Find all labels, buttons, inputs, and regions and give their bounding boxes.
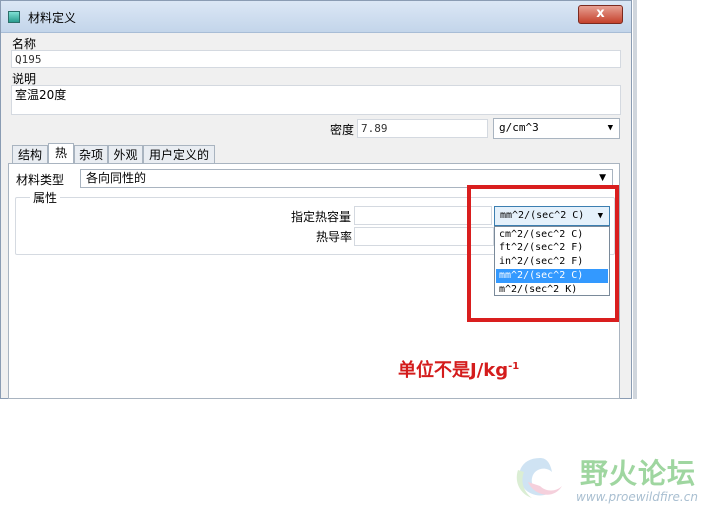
density-label: 密度 (330, 123, 355, 137)
properties-group-label: 属性 (30, 189, 61, 206)
tab-misc[interactable]: 杂项 (74, 145, 108, 164)
window-title: 材料定义 (28, 11, 77, 25)
density-unit-select[interactable]: g/cm^3 ▼ (493, 118, 620, 139)
annotation-main: 单位不是J/kg (398, 360, 509, 381)
app-icon (8, 11, 20, 23)
tab-structure[interactable]: 结构 (12, 145, 48, 164)
density-input[interactable]: 7.89 (357, 119, 488, 138)
chevron-down-icon: ▼ (607, 123, 613, 133)
conductivity-label: 热导率 (316, 230, 353, 244)
highlight-box (467, 185, 619, 322)
close-button[interactable]: x (578, 5, 623, 24)
annotation-text: 单位不是J/kg-1 (398, 356, 519, 382)
annotation-superscript: -1 (508, 361, 520, 372)
density-unit-value: g/cm^3 (499, 121, 539, 134)
title-bar[interactable] (1, 1, 631, 33)
watermark-url: www.proewildfire.cn (576, 490, 698, 504)
watermark-logo-icon (510, 452, 570, 504)
description-input[interactable]: 室温20度 (11, 85, 621, 115)
material-type-value: 各向同性的 (86, 171, 147, 185)
watermark-brand: 野火论坛 (580, 457, 697, 490)
name-input[interactable]: Q195 (11, 50, 621, 68)
tab-user-defined[interactable]: 用户定义的 (143, 145, 215, 164)
material-type-label: 材料类型 (16, 173, 65, 187)
tab-thermal[interactable]: 热 (48, 143, 74, 164)
background-window-edge (633, 0, 637, 399)
tab-appearance[interactable]: 外观 (108, 145, 143, 164)
specific-heat-label: 指定热容量 (291, 210, 352, 224)
